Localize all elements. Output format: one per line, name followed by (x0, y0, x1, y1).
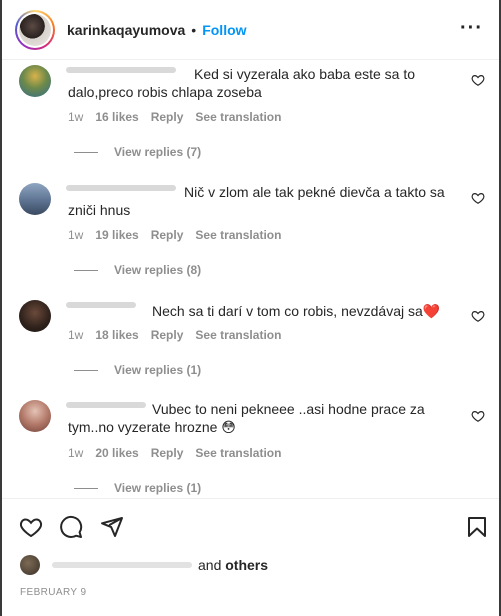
red-heart-emoji: ❤️ (422, 303, 441, 319)
more-options-icon[interactable]: ··· (460, 18, 483, 38)
comment-time[interactable]: 1w (68, 328, 83, 342)
reply-button[interactable]: Reply (151, 110, 184, 124)
post-header: karinkaqayumova • Follow ··· (2, 0, 499, 60)
commenter-avatar[interactable] (19, 300, 51, 332)
reply-button[interactable]: Reply (151, 446, 184, 460)
comment-likes-count[interactable]: 18 likes (95, 328, 138, 342)
profile-avatar[interactable] (15, 9, 55, 50)
replies-divider (74, 487, 98, 489)
like-comment-heart-icon[interactable] (471, 191, 485, 205)
reply-button[interactable]: Reply (151, 228, 184, 242)
comments-list[interactable]: Ked si vyzerala ako baba este sa to dalo… (2, 60, 499, 498)
view-replies-button[interactable]: View replies (1) (74, 363, 201, 377)
heart-icon[interactable] (19, 515, 43, 539)
comment-time[interactable]: 1w (68, 228, 83, 242)
liker-avatar[interactable] (20, 555, 40, 575)
see-translation-button[interactable]: See translation (195, 110, 281, 124)
liker-names-redacted (52, 562, 192, 568)
comment-meta: 1w 18 likes Reply See translation (68, 328, 281, 342)
bookmark-icon[interactable] (465, 515, 489, 539)
like-comment-heart-icon[interactable] (471, 409, 485, 423)
replies-divider (74, 269, 98, 271)
post-date: FEBRUARY 9 (20, 587, 87, 598)
comment-text: Ked si vyzerala ako baba este sa to dalo… (68, 66, 416, 100)
comment-likes-count[interactable]: 16 likes (95, 110, 138, 124)
view-replies-label: View replies (7) (114, 145, 202, 159)
separator-dot: • (191, 21, 197, 38)
replies-divider (74, 369, 98, 371)
comment-text: Nech sa ti darí v tom co robis, nevzdáva… (152, 303, 441, 319)
likes-summary[interactable]: and others (20, 555, 268, 575)
view-replies-button[interactable]: View replies (7) (74, 145, 201, 159)
see-translation-button[interactable]: See translation (195, 328, 281, 342)
commenter-avatar[interactable] (19, 65, 51, 97)
comment-meta: 1w 20 likes Reply See translation (68, 446, 281, 460)
view-replies-label: View replies (1) (114, 481, 202, 495)
like-comment-heart-icon[interactable] (471, 73, 485, 87)
post-actions-bar (2, 498, 499, 548)
flushed-face-emoji: 😳 (221, 419, 236, 435)
username-link[interactable]: karinkaqayumova (67, 22, 185, 38)
view-replies-label: View replies (8) (114, 263, 202, 277)
view-replies-label: View replies (1) (114, 363, 202, 377)
follow-button[interactable]: Follow (202, 22, 246, 38)
replies-divider (74, 151, 98, 153)
comment-meta: 1w 19 likes Reply See translation (68, 228, 281, 242)
comment-likes-count[interactable]: 20 likes (95, 446, 138, 460)
likes-summary-text[interactable]: and others (198, 557, 268, 573)
commenter-avatar[interactable] (19, 400, 51, 432)
like-comment-heart-icon[interactable] (471, 309, 485, 323)
reply-button[interactable]: Reply (151, 328, 184, 342)
view-replies-button[interactable]: View replies (8) (74, 263, 201, 277)
view-replies-button[interactable]: View replies (1) (74, 481, 201, 495)
comment-icon[interactable] (59, 515, 83, 539)
see-translation-button[interactable]: See translation (195, 228, 281, 242)
see-translation-button[interactable]: See translation (195, 446, 281, 460)
share-icon[interactable] (100, 515, 124, 539)
comment-meta: 1w 16 likes Reply See translation (68, 110, 281, 124)
comment-likes-count[interactable]: 19 likes (95, 228, 138, 242)
comment-time[interactable]: 1w (68, 110, 83, 124)
comment-text: Vubec to neni pekneee ..asi hodne prace … (68, 401, 425, 435)
comment-text: Nič v zlom ale tak pekné dievča a takto … (68, 184, 445, 218)
comment-time[interactable]: 1w (68, 446, 83, 460)
commenter-avatar[interactable] (19, 183, 51, 215)
